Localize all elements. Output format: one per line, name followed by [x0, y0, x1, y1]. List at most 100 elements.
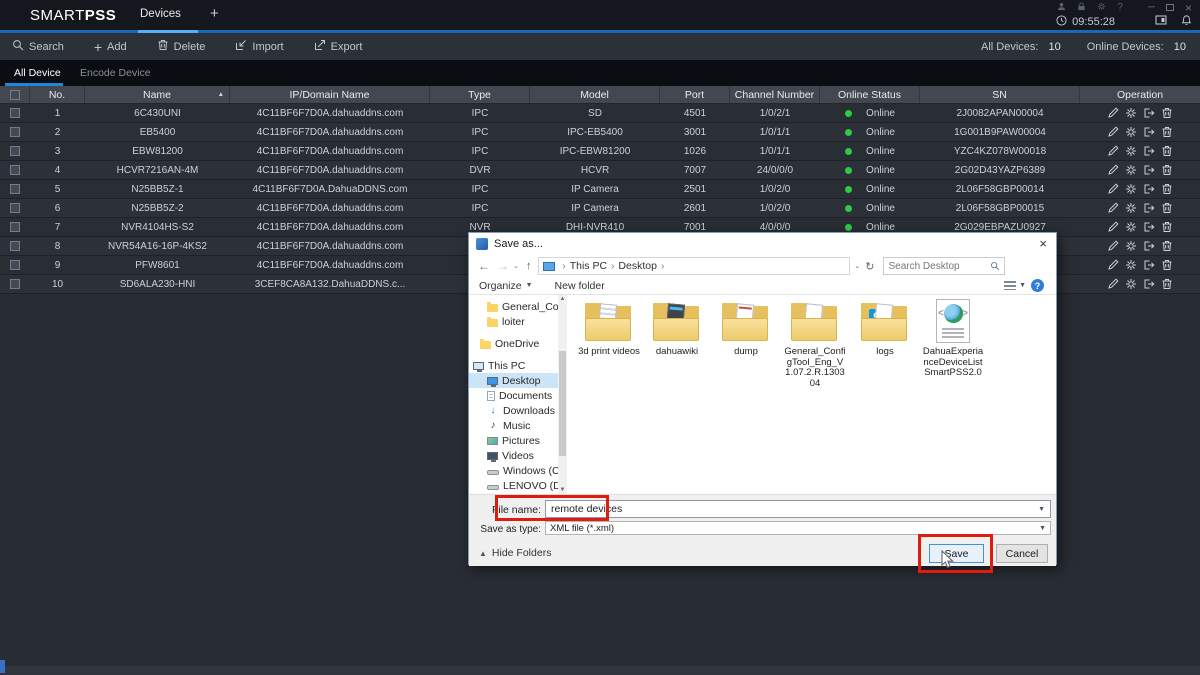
row-checkbox[interactable]: [10, 279, 20, 289]
file-name-chevron-icon[interactable]: ▼: [1038, 506, 1045, 513]
sort-asc-icon[interactable]: ▲: [218, 91, 224, 98]
sidebar-item-windows-c[interactable]: Windows (C:): [469, 463, 558, 478]
sidebar-item-desktop[interactable]: Desktop: [469, 373, 558, 388]
edit-icon[interactable]: [1107, 202, 1119, 214]
row-checkbox[interactable]: [10, 108, 20, 118]
edit-icon[interactable]: [1107, 145, 1119, 157]
col-header-status[interactable]: Online Status: [820, 86, 920, 103]
breadcrumb-this-pc[interactable]: This PC: [570, 260, 607, 272]
new-folder-button[interactable]: New folder: [555, 280, 605, 292]
row-checkbox[interactable]: [10, 184, 20, 194]
delete-icon[interactable]: [1161, 183, 1173, 195]
delete-icon[interactable]: [1161, 202, 1173, 214]
select-all-checkbox[interactable]: [9, 89, 20, 100]
dialog-titlebar[interactable]: Save as... ×: [469, 233, 1056, 255]
edit-icon[interactable]: [1107, 183, 1119, 195]
delete-icon[interactable]: [1161, 107, 1173, 119]
row-checkbox[interactable]: [10, 127, 20, 137]
sidebar-item-videos[interactable]: Videos: [469, 448, 558, 463]
col-header-no[interactable]: No.: [30, 86, 85, 103]
delete-button[interactable]: Delete: [157, 39, 205, 54]
file-item[interactable]: General_ConfigTool_Eng_V1.07.2.R.130304: [783, 299, 847, 388]
delete-icon[interactable]: [1161, 278, 1173, 290]
save-type-select[interactable]: XML file (*.xml) ▼: [545, 521, 1051, 535]
sidebar-item-general-configt[interactable]: General_ConfigT: [469, 299, 558, 314]
export-icon[interactable]: [1143, 183, 1155, 195]
forward-icon[interactable]: →: [497, 259, 509, 273]
settings-icon[interactable]: [1125, 164, 1137, 176]
tab-all-device[interactable]: All Device: [14, 67, 61, 79]
table-row[interactable]: 1 6C430UNI 4C11BF6F7D0A.dahuaddns.com IPC SD…: [0, 104, 1200, 123]
delete-icon[interactable]: [1161, 145, 1173, 157]
minimize-icon[interactable]: ─: [1148, 2, 1155, 13]
row-checkbox[interactable]: [10, 165, 20, 175]
edit-icon[interactable]: [1107, 164, 1119, 176]
address-chevron-icon[interactable]: ⌄: [854, 262, 860, 270]
file-item[interactable]: dump: [714, 299, 778, 357]
table-row[interactable]: 4 HCVR7216AN-4M 4C11BF6F7D0A.dahuaddns.com…: [0, 161, 1200, 180]
row-checkbox[interactable]: [10, 241, 20, 251]
table-row[interactable]: 5 N25BB5Z-1 4C11BF6F7D0A.DahuaDDNS.com IPC I…: [0, 180, 1200, 199]
col-header-type[interactable]: Type: [430, 86, 530, 103]
export-icon[interactable]: [1143, 107, 1155, 119]
help-icon[interactable]: ?: [1117, 2, 1123, 13]
settings-icon[interactable]: [1125, 240, 1137, 252]
file-item[interactable]: epdf logs: [853, 299, 917, 357]
settings-icon[interactable]: [1125, 202, 1137, 214]
tab-encode-device[interactable]: Encode Device: [80, 67, 151, 79]
export-icon[interactable]: [1143, 164, 1155, 176]
export-icon[interactable]: [1143, 145, 1155, 157]
settings-icon[interactable]: [1125, 145, 1137, 157]
sidebar-item-loiter[interactable]: loiter: [469, 314, 558, 329]
settings-icon[interactable]: [1125, 221, 1137, 233]
sidebar-item-pictures[interactable]: Pictures: [469, 433, 558, 448]
delete-icon[interactable]: [1161, 240, 1173, 252]
col-header-channel[interactable]: Channel Number: [730, 86, 820, 103]
export-icon[interactable]: [1143, 240, 1155, 252]
panel-icon[interactable]: [1155, 15, 1167, 29]
delete-icon[interactable]: [1161, 126, 1173, 138]
file-name-input[interactable]: remote devices ▼: [545, 500, 1051, 518]
col-header-operation[interactable]: Operation: [1080, 86, 1200, 103]
sidebar-item-this-pc[interactable]: This PC: [469, 358, 558, 373]
export-icon[interactable]: [1143, 126, 1155, 138]
tab-devices[interactable]: Devices: [140, 8, 181, 20]
col-header-port[interactable]: Port: [660, 86, 730, 103]
scrollbar-up-icon[interactable]: ▲: [558, 296, 567, 302]
row-checkbox[interactable]: [10, 260, 20, 270]
col-header-sn[interactable]: SN: [920, 86, 1080, 103]
file-item[interactable]: < > DahuaExperianceDeviceListSmartPSS2.0: [921, 299, 985, 378]
export-icon[interactable]: [1143, 202, 1155, 214]
settings-icon[interactable]: [1125, 183, 1137, 195]
table-row[interactable]: 3 EBW81200 4C11BF6F7D0A.dahuaddns.com IPC IP…: [0, 142, 1200, 161]
breadcrumb-desktop[interactable]: Desktop: [618, 260, 657, 272]
col-header-name[interactable]: Name ▲: [85, 86, 230, 103]
settings-icon[interactable]: [1125, 278, 1137, 290]
search-button[interactable]: Search: [12, 39, 64, 54]
sidebar-item-onedrive[interactable]: OneDrive: [469, 336, 558, 351]
row-checkbox[interactable]: [10, 203, 20, 213]
new-tab-button[interactable]: +: [210, 5, 219, 22]
edit-icon[interactable]: [1107, 107, 1119, 119]
view-options-button[interactable]: ▼: [1004, 281, 1026, 290]
scrollbar-thumb[interactable]: [559, 351, 566, 456]
edit-icon[interactable]: [1107, 259, 1119, 271]
table-row[interactable]: 2 EB5400 4C11BF6F7D0A.dahuaddns.com IPC IPC-…: [0, 123, 1200, 142]
delete-icon[interactable]: [1161, 164, 1173, 176]
sidebar-item-documents[interactable]: Documents: [469, 388, 558, 403]
gear-icon[interactable]: [1097, 2, 1106, 14]
row-checkbox[interactable]: [10, 146, 20, 156]
bell-icon[interactable]: [1181, 14, 1192, 29]
sidebar-item-lenovo-d[interactable]: LENOVO (D:): [469, 478, 558, 493]
delete-icon[interactable]: [1161, 259, 1173, 271]
organize-button[interactable]: Organize ▼: [479, 280, 533, 292]
export-button[interactable]: Export: [314, 39, 362, 54]
refresh-icon[interactable]: ↻: [865, 260, 874, 273]
user-icon[interactable]: [1057, 2, 1066, 14]
export-icon[interactable]: [1143, 259, 1155, 271]
import-button[interactable]: Import: [235, 39, 284, 54]
table-row[interactable]: 6 N25BB5Z-2 4C11BF6F7D0A.dahuaddns.com IPC I…: [0, 199, 1200, 218]
dialog-help-button[interactable]: ?: [1031, 279, 1044, 292]
col-header-ip[interactable]: IP/Domain Name: [230, 86, 430, 103]
export-icon[interactable]: [1143, 278, 1155, 290]
